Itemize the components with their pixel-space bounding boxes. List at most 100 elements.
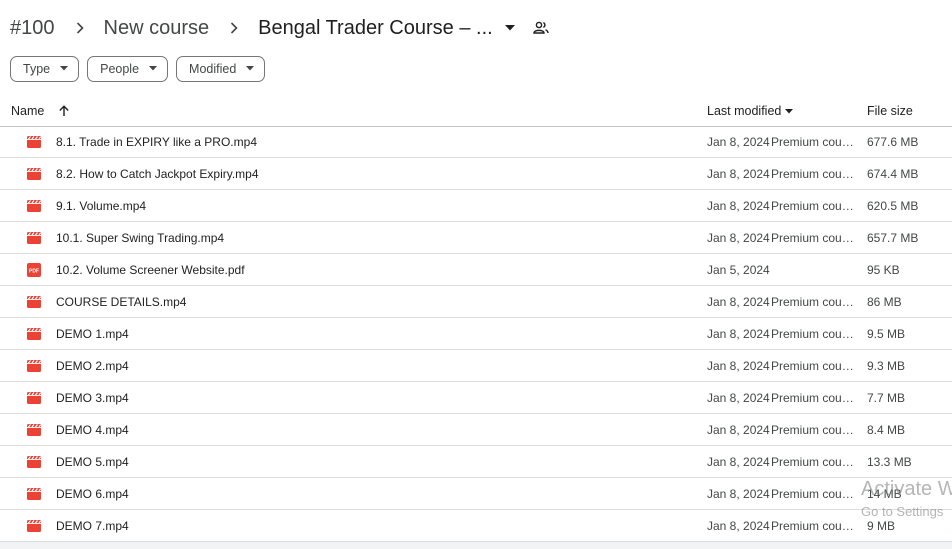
video-file-icon [27, 414, 41, 445]
name-column-header[interactable]: Name [11, 96, 44, 126]
file-modified-date: Jan 8, 2024 [707, 454, 770, 469]
video-file-icon [27, 350, 41, 381]
video-file-icon [27, 190, 41, 221]
shared-people-icon[interactable] [532, 20, 549, 36]
file-name: DEMO 6.mp4 [56, 486, 129, 501]
file-size: 14 MB [867, 486, 902, 501]
video-file-icon [27, 222, 41, 253]
file-name: 10.2. Volume Screener Website.pdf [56, 262, 245, 277]
file-modified-by: Premium cours... [771, 350, 857, 381]
file-row[interactable]: 8.2. How to Catch Jackpot Expiry.mp4 Jan … [0, 158, 952, 190]
video-file-icon [27, 510, 41, 541]
caret-down-icon[interactable] [504, 23, 515, 33]
file-modified-by: Premium cours... [771, 158, 857, 189]
file-size: 9 MB [867, 518, 896, 533]
file-modified-date: Jan 8, 2024 [707, 422, 770, 437]
file-row[interactable]: DEMO 1.mp4 Jan 8, 2024 Premium cours... 9.5… [0, 318, 952, 350]
video-file-icon [27, 158, 41, 189]
file-modified-date: Jan 8, 2024 [707, 294, 770, 309]
file-name: COURSE DETAILS.mp4 [56, 294, 187, 309]
breadcrumb-item[interactable]: New course [104, 17, 210, 40]
video-file-icon [27, 318, 41, 349]
breadcrumb-item[interactable]: #100 [10, 17, 55, 40]
video-file-icon [27, 478, 41, 509]
caret-down-icon [246, 66, 255, 72]
file-modified-date: Jan 8, 2024 [707, 198, 770, 213]
last-modified-column-header[interactable]: Last modified [707, 96, 794, 126]
file-modified-date: Jan 8, 2024 [707, 486, 770, 501]
owner-text: Premium cours... [771, 358, 857, 373]
file-row[interactable]: DEMO 2.mp4 Jan 8, 2024 Premium cours... 9.3… [0, 350, 952, 382]
breadcrumb: #100 New course Bengal Trader Course – .… [10, 14, 549, 42]
file-modified-by: Premium cours... [771, 126, 857, 157]
file-name: 9.1. Volume.mp4 [56, 198, 147, 213]
file-modified-by: Premium cours... [771, 318, 857, 349]
file-modified-date: Jan 8, 2024 [707, 230, 770, 245]
file-modified-date: Jan 5, 2024 [707, 262, 770, 277]
caret-down-icon [785, 108, 794, 114]
file-row[interactable]: PDF 10.2. Volume Screener Website.pdf Jan … [0, 254, 952, 286]
owner-text: Premium cours... [771, 390, 857, 405]
file-row[interactable]: DEMO 4.mp4 Jan 8, 2024 Premium cours... 8.4… [0, 414, 952, 446]
caret-down-icon [60, 66, 69, 72]
file-size: 9.3 MB [867, 358, 906, 373]
file-modified-date: Jan 8, 2024 [707, 326, 770, 341]
file-row[interactable]: DEMO 7.mp4 Jan 8, 2024 Premium cours... 9 M… [0, 510, 952, 542]
file-row[interactable]: DEMO 3.mp4 Jan 8, 2024 Premium cours... 7.7… [0, 382, 952, 414]
file-modified-date: Jan 8, 2024 [707, 390, 770, 405]
file-modified-by [771, 254, 857, 285]
breadcrumb-current-folder[interactable]: Bengal Trader Course – ... [258, 17, 493, 40]
file-row[interactable]: 10.1. Super Swing Trading.mp4 Jan 8, 2024… [0, 222, 952, 254]
file-modified-by: Premium cours... [771, 190, 857, 221]
file-size: 86 MB [867, 294, 902, 309]
chevron-right-icon [73, 21, 87, 35]
modified-filter-chip[interactable]: Modified [176, 56, 266, 82]
video-file-icon [27, 126, 41, 157]
caret-down-icon [149, 66, 158, 72]
people-filter-chip[interactable]: People [87, 56, 169, 82]
owner-text: Premium cours... [771, 518, 857, 533]
file-modified-by: Premium cours... [771, 222, 857, 253]
pdf-file-icon: PDF [27, 254, 41, 285]
owner-text: Premium cours... [771, 198, 857, 213]
file-row[interactable]: 9.1. Volume.mp4 Jan 8, 2024 Premium cours.… [0, 190, 952, 222]
file-modified-by: Premium cours... [771, 478, 857, 509]
file-size: 677.6 MB [867, 134, 919, 149]
file-modified-by: Premium cours... [771, 382, 857, 413]
file-size: 13.3 MB [867, 454, 912, 469]
owner-text: Premium cours... [771, 326, 857, 341]
file-modified-by: Premium cours... [771, 446, 857, 477]
video-file-icon [27, 286, 41, 317]
owner-text: Premium cours... [771, 454, 857, 469]
last-modified-label: Last modified [707, 104, 782, 118]
type-filter-chip[interactable]: Type [10, 56, 80, 82]
file-modified-by: Premium cours... [771, 510, 857, 541]
file-size: 674.4 MB [867, 166, 919, 181]
file-name: DEMO 3.mp4 [56, 390, 129, 405]
file-row[interactable]: 8.1. Trade in EXPIRY like a PRO.mp4 Jan 8… [0, 126, 952, 158]
file-modified-date: Jan 8, 2024 [707, 358, 770, 373]
chip-label: People [100, 62, 140, 76]
chevron-right-icon [227, 21, 241, 35]
owner-text: Premium cours... [771, 486, 857, 501]
file-name: DEMO 2.mp4 [56, 358, 129, 373]
owner-text: Premium cours... [771, 134, 857, 149]
file-size-column-header[interactable]: File size [867, 96, 913, 126]
file-size: 7.7 MB [867, 390, 906, 405]
file-list-header: Name Last modified File size [0, 96, 952, 127]
chip-label: Type [23, 62, 51, 76]
owner-text: Premium cours... [771, 294, 857, 309]
file-modified-date: Jan 8, 2024 [707, 518, 770, 533]
video-file-icon [27, 446, 41, 477]
file-row[interactable]: DEMO 6.mp4 Jan 8, 2024 Premium cours... 14 … [0, 478, 952, 510]
file-modified-date: Jan 8, 2024 [707, 134, 770, 149]
file-size: 95 KB [867, 262, 900, 277]
owner-text: Premium cours... [771, 422, 857, 437]
file-row[interactable]: COURSE DETAILS.mp4 Jan 8, 2024 Premium cou… [0, 286, 952, 318]
file-size: 9.5 MB [867, 326, 906, 341]
file-row[interactable]: DEMO 5.mp4 Jan 8, 2024 Premium cours... 13.… [0, 446, 952, 478]
file-size: 620.5 MB [867, 198, 919, 213]
sort-ascending-arrow-icon[interactable] [58, 96, 72, 126]
file-name: DEMO 4.mp4 [56, 422, 129, 437]
file-modified-date: Jan 8, 2024 [707, 166, 770, 181]
